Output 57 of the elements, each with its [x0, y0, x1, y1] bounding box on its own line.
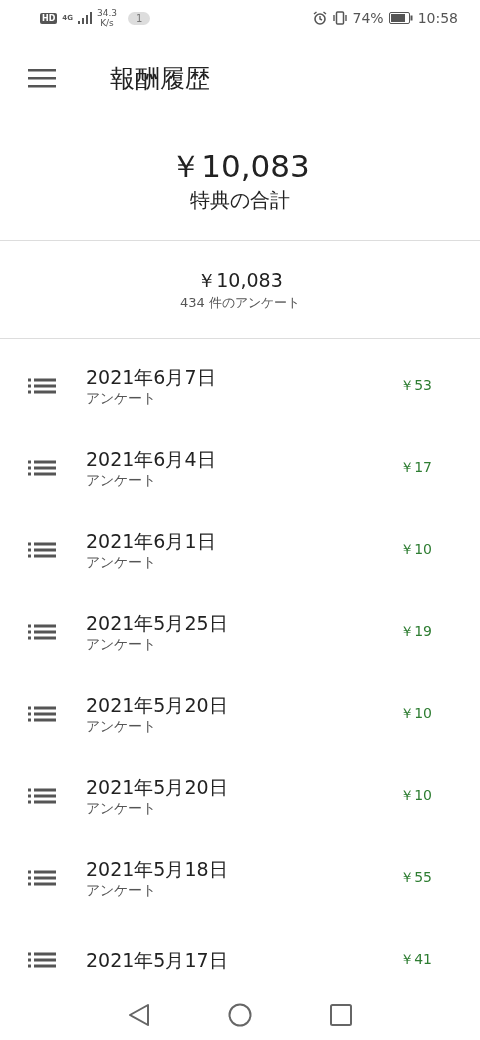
total-amount: ￥10,083 — [170, 147, 310, 186]
reward-date: 2021年5月20日 — [86, 775, 229, 799]
reward-amount: ￥10 — [400, 705, 432, 723]
list-icon — [28, 870, 56, 886]
reward-date: 2021年6月7日 — [86, 365, 217, 389]
reward-date: 2021年5月20日 — [86, 693, 229, 717]
reward-item[interactable]: 2021年5月20日 アンケート ￥10 — [0, 673, 480, 755]
page-title: 報酬履歴 — [110, 62, 210, 95]
list-icon — [28, 624, 56, 640]
reward-item[interactable]: 2021年5月17日 ￥41 — [0, 919, 480, 989]
back-icon[interactable] — [128, 1003, 150, 1027]
battery-icon — [388, 12, 413, 24]
recents-icon[interactable] — [330, 1004, 352, 1026]
reward-item[interactable]: 2021年6月4日 アンケート ￥17 — [0, 427, 480, 509]
reward-item[interactable]: 2021年6月7日 アンケート ￥53 — [0, 345, 480, 427]
reward-date: 2021年5月18日 — [86, 857, 229, 881]
reward-type: アンケート — [86, 799, 157, 817]
clock: 10:58 — [417, 10, 458, 26]
reward-date: 2021年5月17日 — [86, 948, 229, 972]
list-icon — [28, 542, 56, 558]
total-label: 特典の合計 — [190, 187, 290, 214]
reward-amount: ￥19 — [400, 623, 432, 641]
reward-item[interactable]: 2021年5月20日 アンケート ￥10 — [0, 755, 480, 837]
reward-amount: ￥55 — [400, 869, 432, 887]
reward-type: アンケート — [86, 471, 157, 489]
reward-type: アンケート — [86, 881, 157, 899]
reward-type: アンケート — [86, 553, 157, 571]
menu-icon — [28, 68, 56, 88]
reward-type: アンケート — [86, 635, 157, 653]
reward-date: 2021年6月4日 — [86, 447, 217, 471]
reward-item[interactable]: 2021年5月18日 アンケート ￥55 — [0, 837, 480, 919]
list-icon — [28, 706, 56, 722]
alarm-icon — [312, 11, 327, 25]
reward-item[interactable]: 2021年5月25日 アンケート ￥19 — [0, 591, 480, 673]
reward-amount: ￥17 — [400, 459, 432, 477]
home-icon[interactable] — [228, 1003, 252, 1027]
signal-icon — [77, 12, 92, 24]
list-icon — [28, 378, 56, 394]
reward-type: アンケート — [86, 389, 157, 407]
list-icon — [28, 952, 56, 968]
survey-count: 434 件のアンケート — [180, 293, 300, 312]
reward-type: アンケート — [86, 717, 157, 735]
hd-badge: HD — [40, 12, 58, 24]
notification-count: 1 — [128, 11, 151, 25]
list-icon — [28, 788, 56, 804]
reward-item[interactable]: 2021年6月1日 アンケート ￥10 — [0, 509, 480, 591]
list-icon — [28, 460, 56, 476]
reward-amount: ￥10 — [400, 787, 432, 805]
reward-amount: ￥53 — [400, 377, 432, 395]
reward-date: 2021年5月25日 — [86, 611, 229, 635]
network-speed: 34.3 K/s — [96, 8, 117, 28]
reward-date: 2021年6月1日 — [86, 529, 217, 553]
battery-percent: 74% — [352, 10, 384, 26]
reward-amount: ￥10 — [400, 541, 432, 559]
reward-amount: ￥41 — [400, 951, 432, 969]
vibrate-icon — [331, 11, 348, 25]
summary-amount: ￥10,083 — [197, 267, 283, 293]
